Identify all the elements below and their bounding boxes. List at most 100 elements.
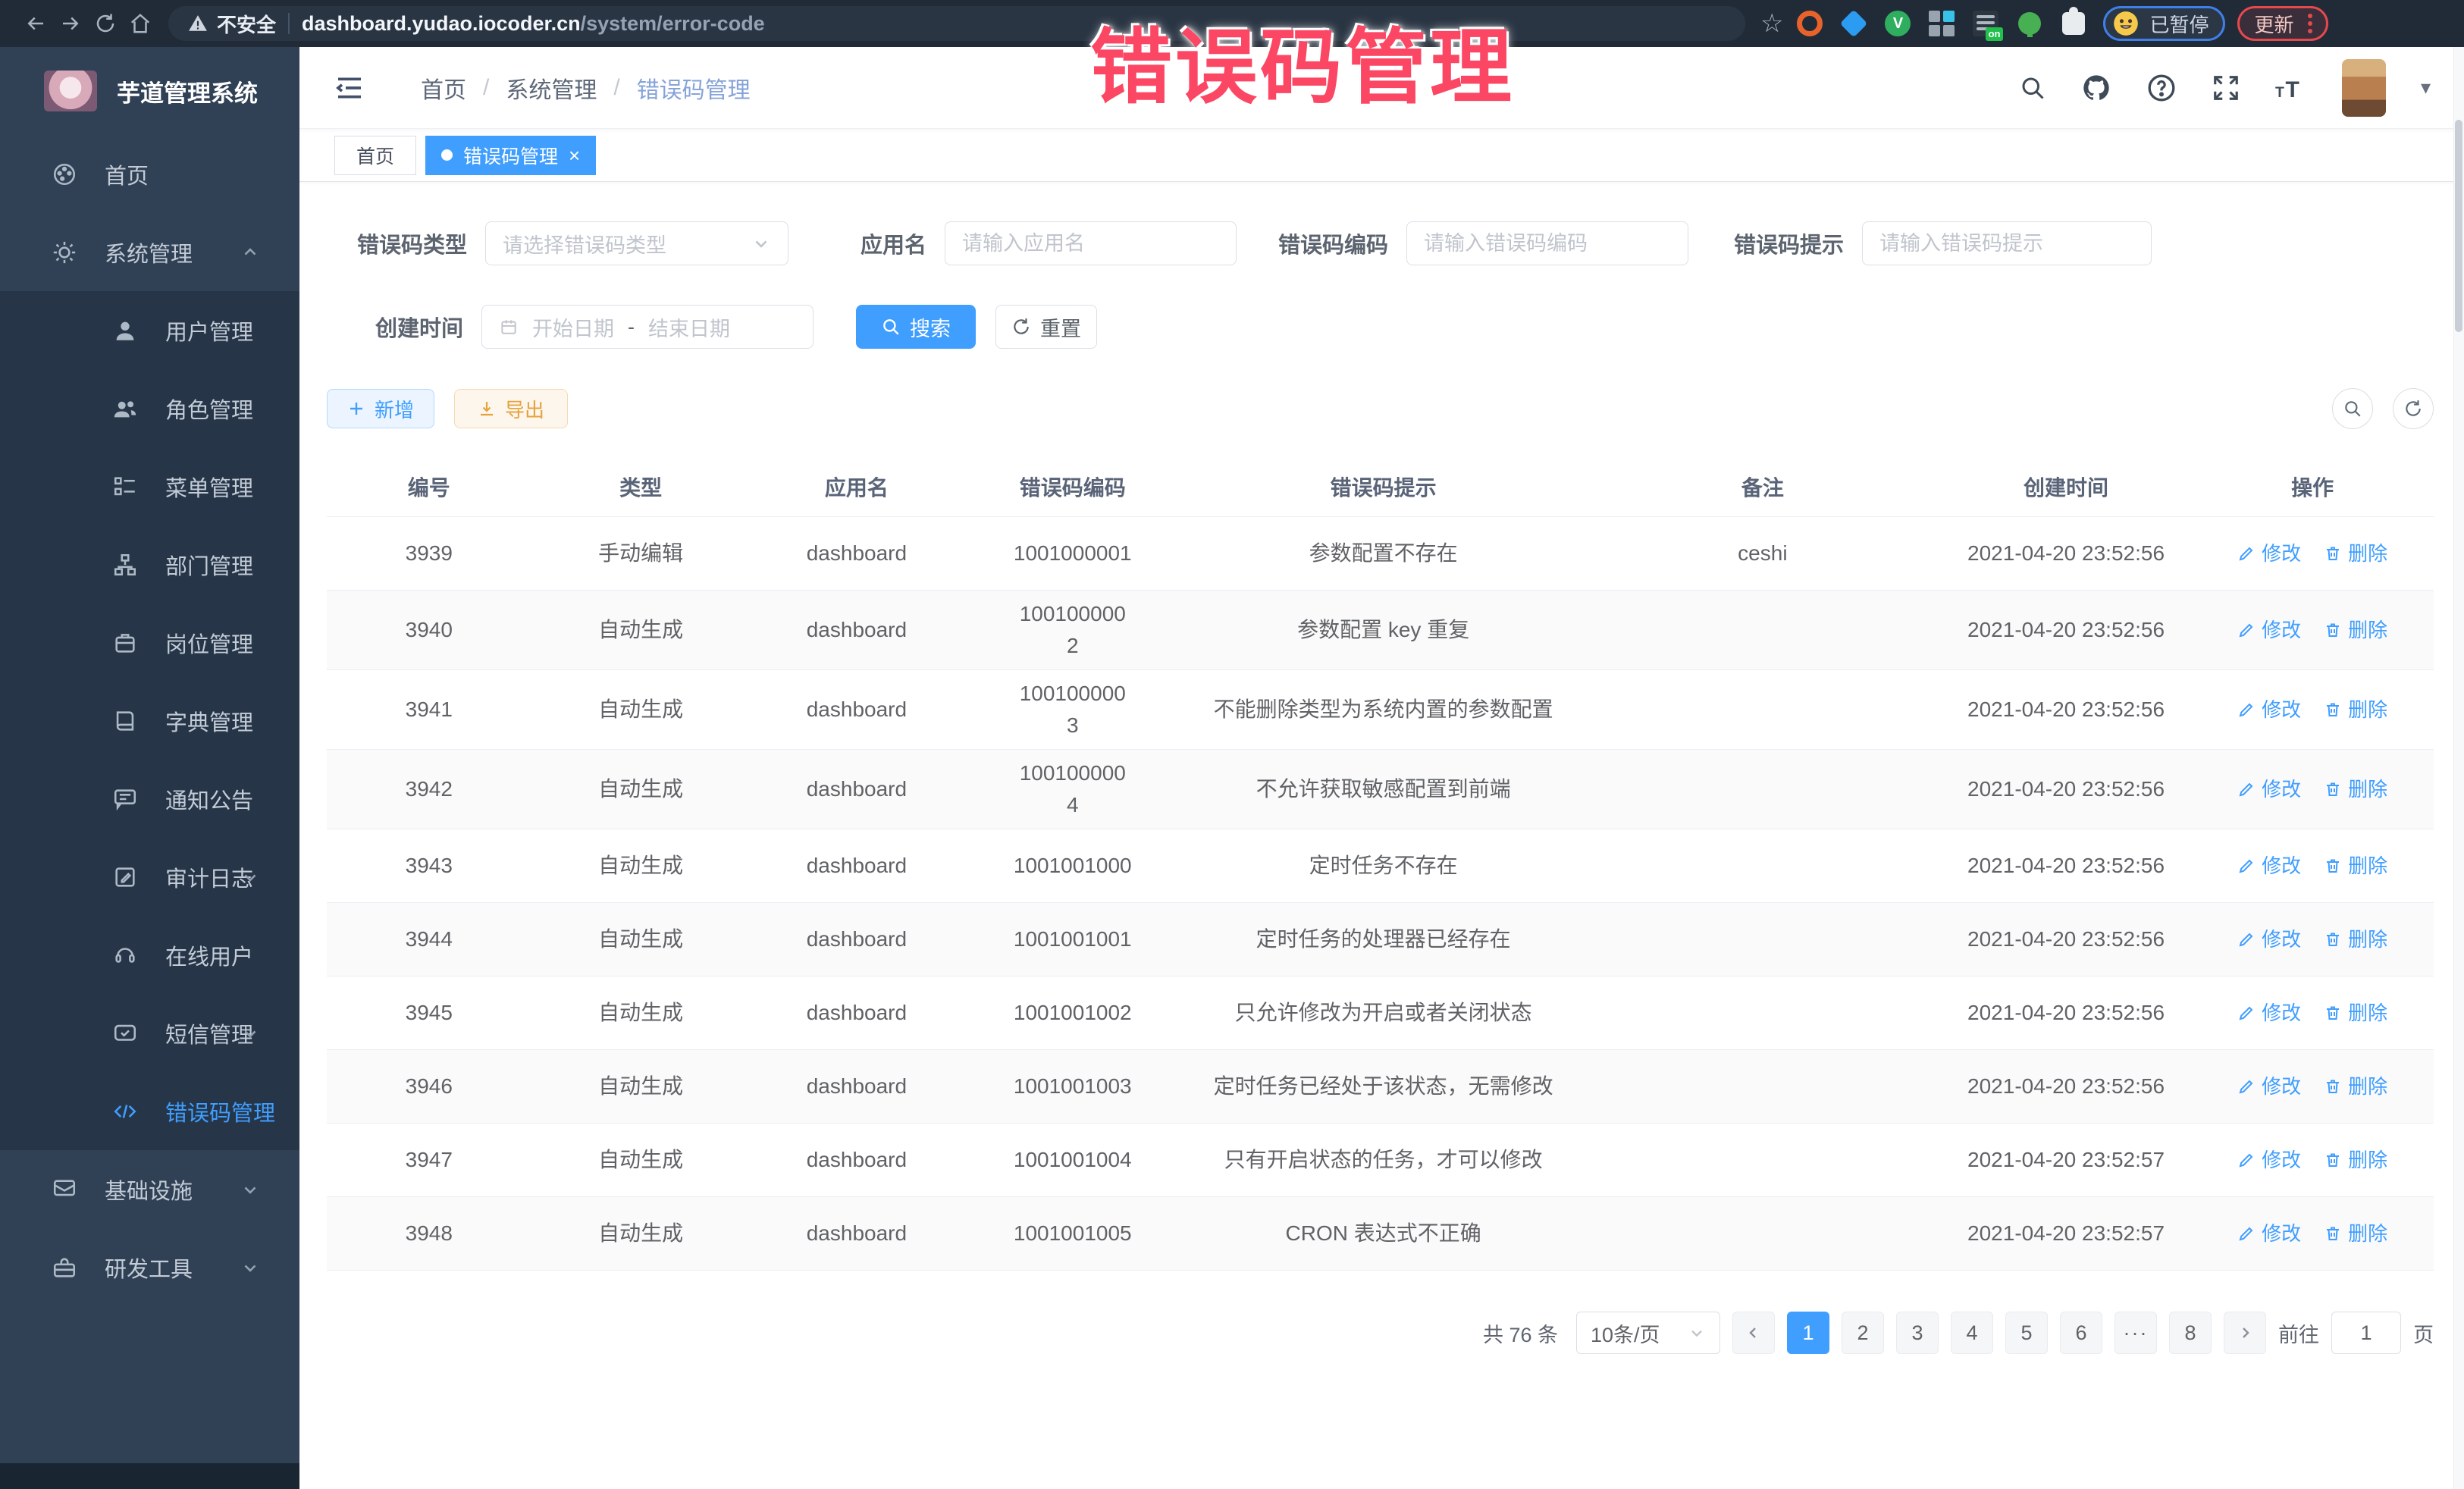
- page-size-select[interactable]: 10条/页: [1576, 1312, 1720, 1354]
- page-button-4[interactable]: 4: [1951, 1312, 1993, 1354]
- bookmark-star-icon[interactable]: ☆: [1760, 8, 1783, 39]
- user-avatar[interactable]: [2342, 59, 2386, 117]
- sidebar-item-system[interactable]: 系统管理: [0, 213, 299, 291]
- export-button[interactable]: 导出: [454, 389, 568, 428]
- delete-link[interactable]: 删除: [2324, 925, 2387, 955]
- table-row: 3940 自动生成 dashboard 1001000002 参数配置 key …: [327, 591, 2434, 670]
- delete-link[interactable]: 删除: [2324, 616, 2387, 645]
- extension-grid-icon[interactable]: [1929, 11, 1955, 36]
- extension-key-icon[interactable]: [2017, 11, 2042, 36]
- header-actions: TT ▾: [2019, 59, 2431, 117]
- hamburger-icon[interactable]: [334, 73, 368, 103]
- sidebar-item-roles[interactable]: 角色管理: [0, 369, 299, 447]
- date-range-picker[interactable]: 开始日期 - 结束日期: [481, 305, 813, 349]
- prev-page-button[interactable]: [1732, 1312, 1775, 1354]
- delete-link[interactable]: 删除: [2324, 1146, 2387, 1175]
- scrollbar[interactable]: [2453, 47, 2464, 1489]
- delete-link[interactable]: 删除: [2324, 695, 2387, 725]
- more-pages-button[interactable]: ···: [2114, 1312, 2157, 1354]
- browser-back-icon[interactable]: [18, 6, 53, 41]
- sidebar-item-infrastructure[interactable]: 基础设施: [0, 1150, 299, 1228]
- font-size-icon[interactable]: TT: [2275, 74, 2307, 102]
- page-button-6[interactable]: 6: [2060, 1312, 2102, 1354]
- sidebar-item-departments[interactable]: 部门管理: [0, 525, 299, 603]
- profile-paused-chip[interactable]: 已暂停: [2103, 6, 2224, 41]
- code-icon: [111, 1099, 140, 1124]
- tab-error-code[interactable]: 错误码管理 ×: [425, 136, 596, 175]
- browser-reload-icon[interactable]: [88, 6, 123, 41]
- page-button-2[interactable]: 2: [1842, 1312, 1884, 1354]
- error-hint-input[interactable]: [1862, 221, 2152, 265]
- extension-puzzle-icon[interactable]: [2061, 11, 2086, 36]
- sidebar-item-announcements[interactable]: 通知公告: [0, 760, 299, 838]
- scrollbar-thumb[interactable]: [2455, 120, 2462, 332]
- edit-link[interactable]: 修改: [2237, 1072, 2301, 1102]
- github-icon[interactable]: [2081, 73, 2111, 103]
- sidebar-item-menus[interactable]: 菜单管理: [0, 447, 299, 525]
- next-page-button[interactable]: [2224, 1312, 2266, 1354]
- cell-time: 2021-04-20 23:52:56: [1941, 1071, 2192, 1102]
- goto-page-input[interactable]: [2331, 1312, 2401, 1354]
- refresh-table-button[interactable]: [2393, 388, 2434, 429]
- sidebar-item-home[interactable]: 首页: [0, 135, 299, 213]
- help-icon[interactable]: [2146, 73, 2177, 103]
- sidebar-item-online-users[interactable]: 在线用户: [0, 916, 299, 994]
- breadcrumb-system[interactable]: 系统管理: [506, 71, 597, 105]
- edit-link[interactable]: 修改: [2237, 851, 2301, 881]
- edit-link[interactable]: 修改: [2237, 539, 2301, 569]
- edit-link[interactable]: 修改: [2237, 775, 2301, 804]
- pen-icon: [2237, 1151, 2256, 1169]
- page-button-1[interactable]: 1: [1787, 1312, 1829, 1354]
- add-button[interactable]: 新增: [327, 389, 434, 428]
- infra-icon: [50, 1177, 79, 1202]
- browser-update-button[interactable]: 更新: [2237, 6, 2328, 41]
- tab-home[interactable]: 首页: [334, 136, 416, 175]
- security-warning[interactable]: 不安全: [188, 10, 276, 38]
- breadcrumb-home[interactable]: 首页: [421, 71, 466, 105]
- page-button-3[interactable]: 3: [1896, 1312, 1939, 1354]
- page-button-5[interactable]: 5: [2005, 1312, 2048, 1354]
- delete-link[interactable]: 删除: [2324, 998, 2387, 1028]
- browser-home-icon[interactable]: [123, 6, 158, 41]
- tab-label: 首页: [356, 142, 394, 169]
- browser-forward-icon[interactable]: [53, 6, 88, 41]
- extension-switch-icon[interactable]: on: [1973, 11, 1998, 36]
- extension-gem-icon[interactable]: [1841, 11, 1867, 36]
- delete-link[interactable]: 删除: [2324, 851, 2387, 881]
- edit-link[interactable]: 修改: [2237, 1219, 2301, 1249]
- cell-operations: 修改 删除: [2191, 539, 2434, 569]
- edit-link[interactable]: 修改: [2237, 695, 2301, 725]
- edit-link[interactable]: 修改: [2237, 616, 2301, 645]
- sidebar-item-posts[interactable]: 岗位管理: [0, 603, 299, 682]
- delete-link[interactable]: 删除: [2324, 1072, 2387, 1102]
- delete-link[interactable]: 删除: [2324, 775, 2387, 804]
- sidebar-item-sms[interactable]: 短信管理: [0, 994, 299, 1072]
- page-button-8[interactable]: 8: [2169, 1312, 2212, 1354]
- close-icon[interactable]: ×: [569, 146, 580, 165]
- sidebar-item-dev-tools[interactable]: 研发工具: [0, 1228, 299, 1306]
- sidebar-collapse-bar[interactable]: [0, 1463, 299, 1489]
- sidebar-item-error-code[interactable]: 错误码管理: [0, 1072, 299, 1150]
- extension-vue-icon[interactable]: V: [1885, 11, 1911, 36]
- edit-link[interactable]: 修改: [2237, 925, 2301, 955]
- delete-link[interactable]: 删除: [2324, 539, 2387, 569]
- edit-link[interactable]: 修改: [2237, 998, 2301, 1028]
- error-type-select[interactable]: 请选择错误码类型: [485, 221, 788, 265]
- extension-ring-icon[interactable]: [1797, 11, 1823, 36]
- address-bar[interactable]: 不安全 dashboard.yudao.iocoder.cn/system/er…: [168, 6, 1745, 41]
- sidebar-item-dictionary[interactable]: 字典管理: [0, 682, 299, 760]
- error-code-input[interactable]: [1406, 221, 1688, 265]
- delete-link[interactable]: 删除: [2324, 1219, 2387, 1249]
- search-button[interactable]: 搜索: [856, 305, 976, 349]
- sidebar-item-audit-log[interactable]: 审计日志: [0, 838, 299, 916]
- fullscreen-icon[interactable]: [2212, 74, 2240, 102]
- browser-menu-icon[interactable]: [2305, 14, 2315, 33]
- show-search-button[interactable]: [2332, 388, 2373, 429]
- reset-button[interactable]: 重置: [995, 305, 1097, 349]
- edit-link[interactable]: 修改: [2237, 1146, 2301, 1175]
- pen-icon: [2237, 857, 2256, 875]
- search-icon[interactable]: [2019, 74, 2046, 102]
- app-name-input[interactable]: [945, 221, 1237, 265]
- sidebar-item-users[interactable]: 用户管理: [0, 291, 299, 369]
- chevron-down-icon[interactable]: ▾: [2421, 76, 2431, 99]
